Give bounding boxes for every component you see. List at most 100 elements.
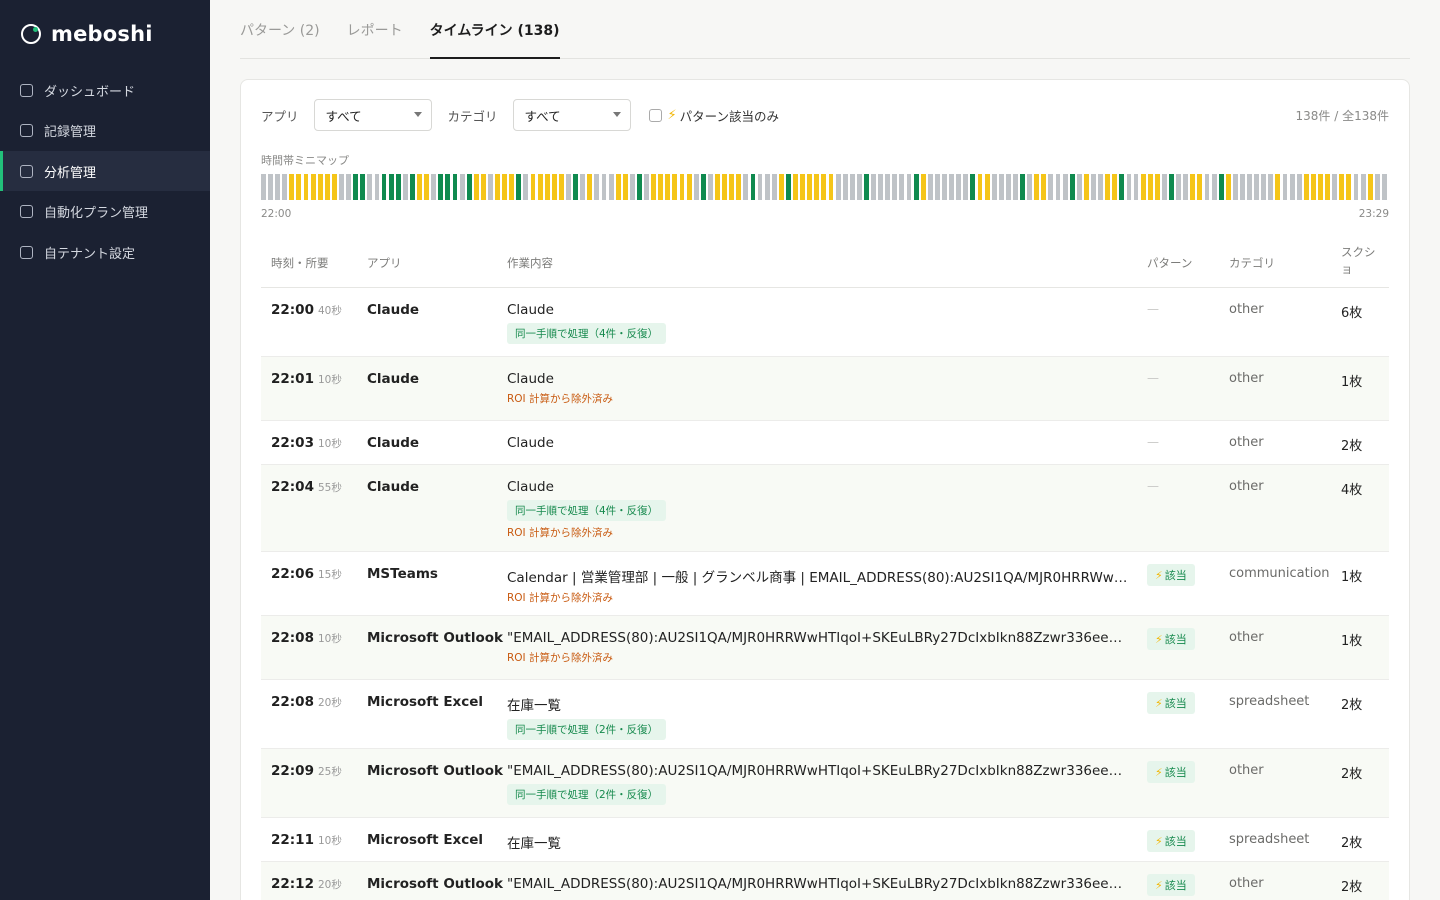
minimap-bar[interactable] [551,174,557,200]
brand[interactable]: meboshi [0,0,210,68]
screenshot-count[interactable]: 1枚 [1341,371,1362,390]
minimap-bar[interactable] [707,174,713,200]
minimap-bar[interactable] [1176,174,1182,200]
pattern-hit-badge[interactable]: ⚡ 該当 [1147,628,1195,650]
minimap-bar[interactable] [537,174,543,200]
minimap-bar[interactable] [424,174,430,200]
minimap-bar[interactable] [1069,174,1075,200]
minimap-bar[interactable] [495,174,500,200]
minimap-bar[interactable] [722,174,728,200]
screenshot-count[interactable]: 6枚 [1341,302,1362,321]
minimap-bar[interactable] [1034,174,1040,200]
minimap-bar[interactable] [1339,174,1345,200]
minimap-bar[interactable] [1098,174,1104,200]
minimap-bar[interactable] [629,174,635,200]
minimap-bar[interactable] [1126,174,1132,200]
minimap-bar[interactable] [686,174,692,200]
pattern-only-label[interactable]: パターン該当のみ [680,106,779,125]
minimap-bar[interactable] [1204,174,1210,200]
minimap-bar[interactable] [452,174,458,200]
tab-report[interactable]: レポート [347,0,403,59]
minimap-bar[interactable] [927,174,933,200]
minimap-bar[interactable] [530,174,536,200]
minimap-bar[interactable] [849,174,855,200]
minimap-bar[interactable] [1240,174,1245,200]
minimap-bar[interactable] [672,174,678,200]
sidebar-item-automation-plans[interactable]: 自動化プラン管理 [0,192,210,232]
minimap-bar[interactable] [594,174,600,200]
minimap-bar[interactable] [317,174,323,200]
table-row[interactable]: 22:06 15秒 MSTeams Calendar | 営業管理部 | 一般 | グ… [261,552,1389,616]
minimap-bar[interactable] [1027,174,1033,200]
minimap-bar[interactable] [984,174,990,200]
minimap-bar[interactable] [977,174,983,200]
minimap-bar[interactable] [417,174,422,200]
minimap-bar[interactable] [544,174,550,200]
minimap-bar[interactable] [523,174,529,200]
table-row[interactable]: 22:01 10秒 Claude Claude ROI 計算から除外済み — other 1枚 [261,357,1389,421]
minimap-bar[interactable] [289,174,295,200]
minimap-bar[interactable] [1225,174,1231,200]
table-row[interactable]: 22:00 40秒 Claude Claude 同一手順で処理（4件・反復） — other… [261,288,1389,357]
minimap-bar[interactable] [1105,174,1111,200]
minimap-bar[interactable] [1154,174,1160,200]
minimap-bar[interactable] [771,174,777,200]
minimap-bar[interactable] [296,174,302,200]
minimap-bar[interactable] [1275,174,1281,200]
minimap-bar[interactable] [409,174,415,200]
minimap-bar[interactable] [963,174,969,200]
screenshot-count[interactable]: 1枚 [1341,566,1362,585]
minimap-bar[interactable] [1268,174,1274,200]
minimap-bar[interactable] [970,174,976,200]
table-row[interactable]: 22:09 25秒 Microsoft Outlook "EMAIL_ADDRESS(… [261,749,1389,818]
minimap-bar[interactable] [998,174,1004,200]
minimap-bar[interactable] [736,174,742,200]
minimap-bar[interactable] [1381,174,1387,200]
minimap-bar[interactable] [1254,174,1260,200]
minimap-bar[interactable] [1289,174,1295,200]
minimap-bar[interactable] [885,174,891,200]
minimap-bar[interactable] [367,174,373,200]
minimap-bar[interactable] [1346,174,1352,200]
table-row[interactable]: 22:04 55秒 Claude Claude 同一手順で処理（4件・反復） ROI 計算… [261,465,1389,552]
minimap-bar[interactable] [1183,174,1189,200]
minimap-bar[interactable] [871,174,876,200]
minimap-bar[interactable] [1218,174,1224,200]
time-minimap[interactable] [261,174,1389,200]
minimap-bar[interactable] [509,174,515,200]
minimap-bar[interactable] [729,174,735,200]
minimap-bar[interactable] [942,174,947,200]
minimap-bar[interactable] [934,174,940,200]
minimap-bar[interactable] [1083,174,1089,200]
pattern-hit-badge[interactable]: ⚡ 該当 [1147,564,1195,586]
minimap-bar[interactable] [1296,174,1302,200]
minimap-bar[interactable] [991,174,997,200]
minimap-bar[interactable] [1318,174,1323,200]
minimap-bar[interactable] [1140,174,1146,200]
minimap-bar[interactable] [1005,174,1011,200]
minimap-bar[interactable] [1169,174,1174,200]
minimap-bar[interactable] [878,174,884,200]
minimap-bar[interactable] [282,174,288,200]
minimap-bar[interactable] [516,174,522,200]
minimap-bar[interactable] [459,174,465,200]
minimap-bar[interactable] [1310,174,1316,200]
minimap-bar[interactable] [949,174,955,200]
minimap-bar[interactable] [268,174,273,200]
minimap-bar[interactable] [1112,174,1118,200]
minimap-bar[interactable] [601,174,607,200]
minimap-bar[interactable] [488,174,493,200]
app-filter-select[interactable]: すべて [313,99,432,131]
table-row[interactable]: 22:08 20秒 Microsoft Excel 在庫一覧 同一手順で処理（2件・反復… [261,680,1389,749]
minimap-bar[interactable] [615,174,621,200]
sidebar-item-records[interactable]: 記録管理 [0,111,210,151]
minimap-bar[interactable] [466,174,472,200]
category-filter-select[interactable]: すべて [512,99,631,131]
screenshot-count[interactable]: 2枚 [1341,694,1362,713]
minimap-bar[interactable] [800,174,806,200]
minimap-bar[interactable] [622,174,628,200]
screenshot-count[interactable]: 2枚 [1341,876,1362,895]
screenshot-count[interactable]: 4枚 [1341,479,1362,498]
minimap-bar[interactable] [573,174,579,200]
minimap-bar[interactable] [665,174,671,200]
